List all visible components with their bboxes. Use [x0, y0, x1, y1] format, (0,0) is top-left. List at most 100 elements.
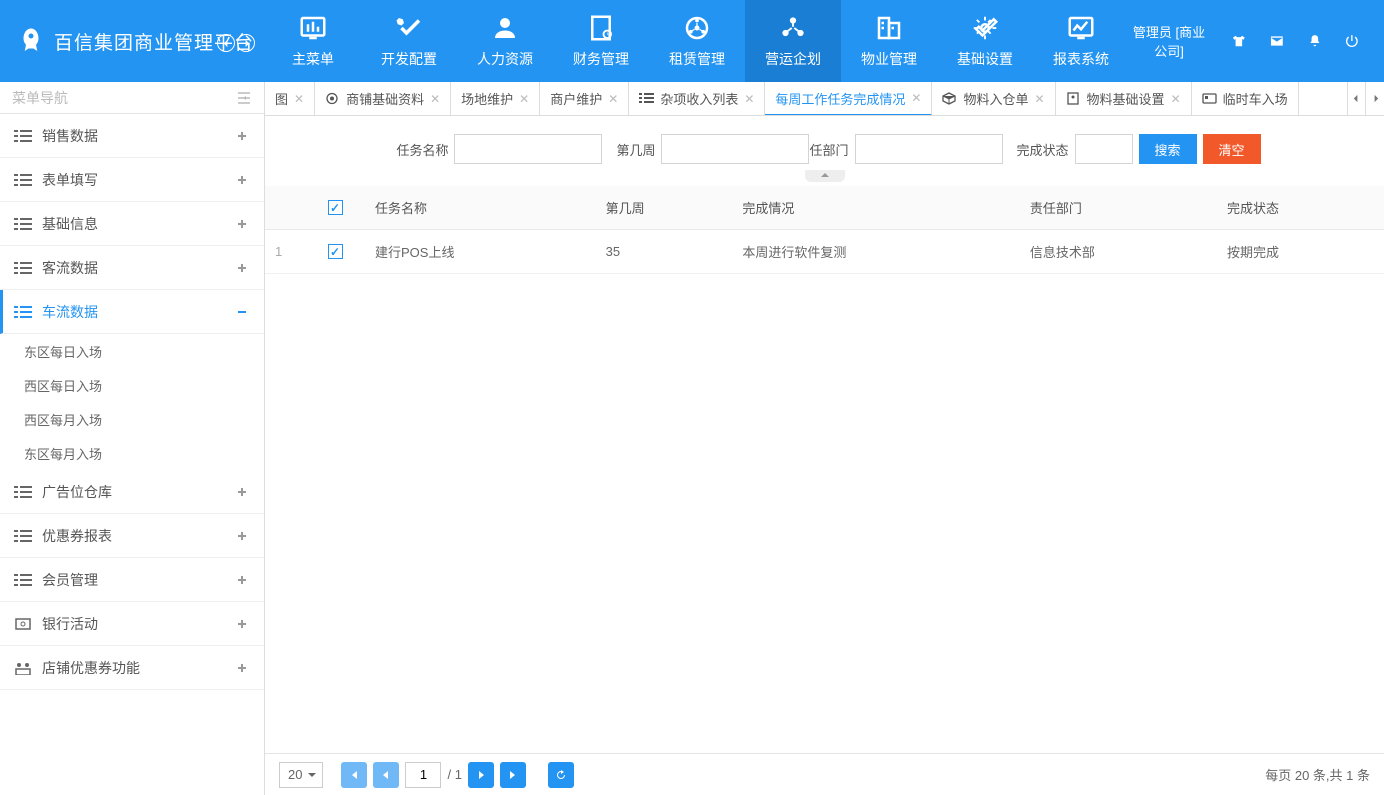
- nav-icon: [586, 13, 616, 43]
- sidebar-group-5[interactable]: 广告位仓库: [0, 470, 264, 514]
- tab-close-icon[interactable]: ✕: [608, 92, 618, 106]
- sidebar-group-label: 基础信息: [42, 214, 98, 234]
- col-header-2[interactable]: 完成情况: [732, 186, 1020, 230]
- collapse-sidebar-icon[interactable]: [236, 91, 252, 105]
- col-header-1[interactable]: 第几周: [596, 186, 733, 230]
- table-row[interactable]: 1建行POS上线35本周进行软件复测信息技术部按期完成: [265, 230, 1384, 274]
- select-all-checkbox[interactable]: [328, 200, 343, 215]
- nav-label: 营运企划: [765, 49, 821, 69]
- top-nav-3[interactable]: 财务管理: [553, 0, 649, 82]
- sidebar-group-label: 表单填写: [42, 170, 98, 190]
- power-icon[interactable]: [1344, 31, 1360, 51]
- tab-close-icon[interactable]: ✕: [430, 92, 440, 106]
- dept-input[interactable]: [855, 134, 1003, 164]
- sidebar-group-0[interactable]: 销售数据: [0, 114, 264, 158]
- status-input[interactable]: [1075, 134, 1133, 164]
- tab-6[interactable]: 物料入仓单✕: [932, 82, 1055, 115]
- week-input[interactable]: [661, 134, 809, 164]
- mail-icon[interactable]: [1269, 31, 1285, 51]
- top-nav-2[interactable]: 人力资源: [457, 0, 553, 82]
- logo-nav-arrows: [217, 34, 255, 52]
- sidebar-group-8[interactable]: 银行活动: [0, 602, 264, 646]
- search-label-status: 完成状态: [1017, 140, 1069, 159]
- task-name-input[interactable]: [454, 134, 602, 164]
- shirt-icon[interactable]: [1231, 31, 1247, 51]
- sidebar-group-4[interactable]: 车流数据: [0, 290, 264, 334]
- sidebar-group-2[interactable]: 基础信息: [0, 202, 264, 246]
- page-input[interactable]: [405, 762, 441, 788]
- header: 百信集团商业管理平台 主菜单开发配置人力资源财务管理租赁管理营运企划物业管理基础…: [0, 0, 1384, 82]
- top-nav-0[interactable]: 主菜单: [265, 0, 361, 82]
- sidebar-sub-4-0[interactable]: 东区每日入场: [0, 334, 264, 368]
- sidebar-group-6[interactable]: 优惠券报表: [0, 514, 264, 558]
- tab-8[interactable]: 临时车入场: [1192, 82, 1299, 115]
- search-button[interactable]: 搜索: [1139, 134, 1197, 164]
- search-label-week: 第几周: [616, 140, 655, 159]
- sidebar-group-1[interactable]: 表单填写: [0, 158, 264, 202]
- clear-button[interactable]: 清空: [1203, 134, 1261, 164]
- sidebar-group-3[interactable]: 客流数据: [0, 246, 264, 290]
- bell-icon[interactable]: [1307, 31, 1323, 51]
- top-nav-4[interactable]: 租赁管理: [649, 0, 745, 82]
- collapse-search-button[interactable]: [805, 170, 845, 182]
- tab-label: 场地维护: [461, 89, 513, 108]
- col-header-4[interactable]: 完成状态: [1217, 186, 1384, 230]
- tab-close-icon[interactable]: ✕: [744, 92, 754, 106]
- prev-page-button[interactable]: [373, 762, 399, 788]
- expand-icon: [234, 172, 250, 188]
- header-right: 管理员 [商业公司]: [1129, 22, 1384, 60]
- tab-1[interactable]: 商铺基础资料✕: [315, 82, 451, 115]
- tab-2[interactable]: 场地维护 ✕: [451, 82, 540, 115]
- logo-prev-button[interactable]: [217, 34, 235, 52]
- row-checkbox[interactable]: [328, 244, 343, 259]
- tab-4[interactable]: 杂项收入列表 ✕: [629, 82, 765, 115]
- refresh-button[interactable]: [548, 762, 574, 788]
- nav-icon: [490, 13, 520, 43]
- tab-scroll-right-button[interactable]: [1366, 82, 1384, 115]
- tab-close-icon[interactable]: ✕: [519, 92, 529, 106]
- sidebar-sub-4-1[interactable]: 西区每日入场: [0, 368, 264, 402]
- user-label[interactable]: 管理员 [商业公司]: [1129, 22, 1209, 60]
- top-nav-5[interactable]: 营运企划: [745, 0, 841, 82]
- logo-next-button[interactable]: [237, 34, 255, 52]
- col-index: [265, 186, 305, 230]
- expand-icon: [234, 216, 250, 232]
- tab-label: 杂项收入列表: [660, 89, 738, 108]
- tab-close-icon[interactable]: ✕: [911, 91, 921, 105]
- row-index: 1: [265, 230, 305, 274]
- top-nav-7[interactable]: 基础设置: [937, 0, 1033, 82]
- sidebar-header: 菜单导航: [0, 82, 264, 114]
- col-header-0[interactable]: 任务名称: [365, 186, 596, 230]
- last-page-button[interactable]: [500, 762, 526, 788]
- expand-icon: [234, 484, 250, 500]
- tab-close-icon[interactable]: ✕: [1034, 92, 1044, 106]
- page-size-select[interactable]: 20: [279, 762, 323, 788]
- sidebar-group-9[interactable]: 店铺优惠券功能: [0, 646, 264, 690]
- sidebar-group-7[interactable]: 会员管理: [0, 558, 264, 602]
- first-page-button[interactable]: [341, 762, 367, 788]
- sidebar-sub-4-2[interactable]: 西区每月入场: [0, 402, 264, 436]
- sidebar: 菜单导航 销售数据表单填写基础信息客流数据车流数据东区每日入场西区每日入场西区每…: [0, 82, 265, 795]
- tab-icon: [325, 92, 340, 105]
- tab-5[interactable]: 每周工作任务完成情况✕: [765, 82, 932, 115]
- col-header-3[interactable]: 责任部门: [1020, 186, 1217, 230]
- tab-7[interactable]: 物料基础设置✕: [1056, 82, 1192, 115]
- tab-0[interactable]: 图✕: [265, 82, 315, 115]
- top-nav-1[interactable]: 开发配置: [361, 0, 457, 82]
- list-icon: [14, 661, 32, 675]
- top-nav-6[interactable]: 物业管理: [841, 0, 937, 82]
- tab-scroll-left-button[interactable]: [1348, 82, 1366, 115]
- tab-close-icon[interactable]: ✕: [294, 92, 304, 106]
- tab-3[interactable]: 商户维护✕: [540, 82, 629, 115]
- top-nav-8[interactable]: 报表系统: [1033, 0, 1129, 82]
- pager-info: 每页 20 条,共 1 条: [1265, 765, 1370, 784]
- tab-close-icon[interactable]: ✕: [1171, 92, 1181, 106]
- nav-icon: [970, 13, 1000, 43]
- nav-label: 基础设置: [957, 49, 1013, 69]
- cell-0: 建行POS上线: [365, 230, 596, 274]
- next-page-button[interactable]: [468, 762, 494, 788]
- cell-3: 信息技术部: [1020, 230, 1217, 274]
- sidebar-sub-4-3[interactable]: 东区每月入场: [0, 436, 264, 470]
- nav-icon: [1066, 13, 1096, 43]
- nav-label: 主菜单: [292, 49, 334, 69]
